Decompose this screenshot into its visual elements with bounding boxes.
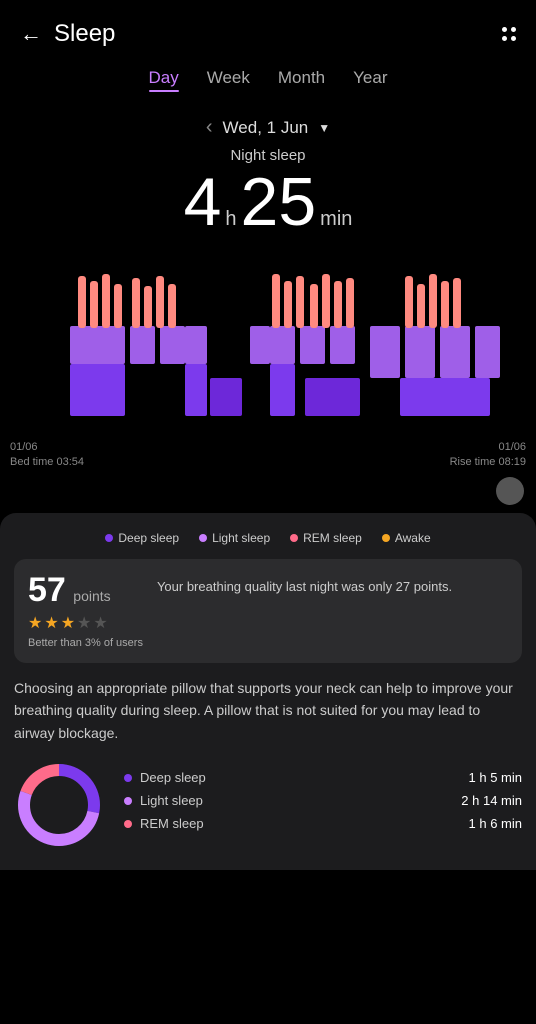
score-description: Your breathing quality last night was on…: [157, 573, 508, 649]
dot-icon: [502, 36, 507, 41]
legend-light-sleep: Light sleep: [199, 531, 270, 545]
header: ← Sleep: [0, 0, 536, 58]
donut-chart: [14, 760, 104, 850]
sleep-breakdown: Deep sleep 1 h 5 min Light sleep 2 h 14 …: [14, 760, 522, 850]
back-button[interactable]: ←: [20, 21, 42, 47]
score-left: 57 points ★ ★ ★ ★ ★ Better than 3% of us…: [28, 573, 143, 649]
dot-icon: [502, 27, 507, 32]
light-sleep-label: Light sleep: [212, 531, 270, 545]
rise-time-label: 01/06 Rise time 08:19: [450, 440, 526, 471]
deep-sleep-label: Deep sleep: [118, 531, 179, 545]
legend-deep-sleep: Deep sleep: [105, 531, 179, 545]
breakdown-list: Deep sleep 1 h 5 min Light sleep 2 h 14 …: [124, 770, 522, 839]
sleep-legend: Deep sleep Light sleep REM sleep Awake: [0, 531, 536, 545]
sleep-duration: 4 h 25 min: [0, 168, 536, 236]
sleep-hours-value: 4: [184, 168, 222, 236]
scroll-indicator: [0, 477, 536, 505]
header-left: ← Sleep: [20, 20, 115, 48]
breakdown-light-time: 2 h 14 min: [461, 793, 522, 808]
card-area: Deep sleep Light sleep REM sleep Awake 5…: [0, 513, 536, 870]
chart-timestamps: 01/06 Bed time 03:54 01/06 Rise time 08:…: [0, 436, 536, 471]
date-dropdown-arrow[interactable]: ▼: [318, 121, 330, 135]
score-percentile: Better than 3% of users: [28, 637, 143, 649]
breakdown-light-label: Light sleep: [140, 793, 453, 808]
dot-icon: [511, 27, 516, 32]
breakdown-deep-time: 1 h 5 min: [469, 770, 522, 785]
breakdown-rem-dot: [124, 820, 132, 828]
score-points-value: 57 points: [28, 573, 143, 607]
breakdown-rem-time: 1 h 6 min: [469, 816, 522, 831]
star-1: ★: [28, 613, 42, 633]
more-options-button[interactable]: [502, 27, 516, 41]
tabs: Day Week Month Year: [0, 58, 536, 100]
sleep-chart: [10, 256, 526, 436]
light-sleep-dot: [199, 534, 207, 542]
star-2: ★: [44, 613, 58, 633]
tab-day[interactable]: Day: [149, 68, 179, 92]
legend-awake: Awake: [382, 531, 431, 545]
sleep-minutes-value: 25: [241, 168, 317, 236]
date-row: ‹ Wed, 1 Jun ▼: [0, 116, 536, 139]
breakdown-deep-sleep: Deep sleep 1 h 5 min: [124, 770, 522, 785]
tab-year[interactable]: Year: [353, 68, 387, 92]
previous-date-button[interactable]: ‹: [206, 116, 213, 139]
sleep-hours-unit: h: [225, 208, 236, 231]
tab-week[interactable]: Week: [207, 68, 250, 92]
page-title: Sleep: [54, 20, 115, 48]
star-5: ★: [93, 613, 107, 633]
breakdown-deep-label: Deep sleep: [140, 770, 461, 785]
date-display: Wed, 1 Jun: [223, 118, 309, 138]
dot-icon: [511, 36, 516, 41]
donut-svg: [14, 760, 104, 850]
score-stars: ★ ★ ★ ★ ★: [28, 613, 143, 633]
sleep-chart-svg: [10, 256, 526, 436]
rem-sleep-dot: [290, 534, 298, 542]
breakdown-rem-label: REM sleep: [140, 816, 461, 831]
advice-text: Choosing an appropriate pillow that supp…: [14, 677, 522, 744]
tab-month[interactable]: Month: [278, 68, 325, 92]
sleep-minutes-unit: min: [320, 208, 352, 231]
deep-sleep-dot: [105, 534, 113, 542]
breakdown-deep-dot: [124, 774, 132, 782]
sleep-type-label: Night sleep: [0, 147, 536, 164]
awake-dot: [382, 534, 390, 542]
breakdown-light-sleep: Light sleep 2 h 14 min: [124, 793, 522, 808]
rem-sleep-label: REM sleep: [303, 531, 362, 545]
score-card: 57 points ★ ★ ★ ★ ★ Better than 3% of us…: [14, 559, 522, 663]
awake-label: Awake: [395, 531, 431, 545]
star-4: ★: [77, 613, 91, 633]
breakdown-rem-sleep: REM sleep 1 h 6 min: [124, 816, 522, 831]
star-3: ★: [61, 613, 75, 633]
bed-time-label: 01/06 Bed time 03:54: [10, 440, 84, 471]
scroll-dot: [496, 477, 524, 505]
legend-rem-sleep: REM sleep: [290, 531, 362, 545]
breakdown-light-dot: [124, 797, 132, 805]
